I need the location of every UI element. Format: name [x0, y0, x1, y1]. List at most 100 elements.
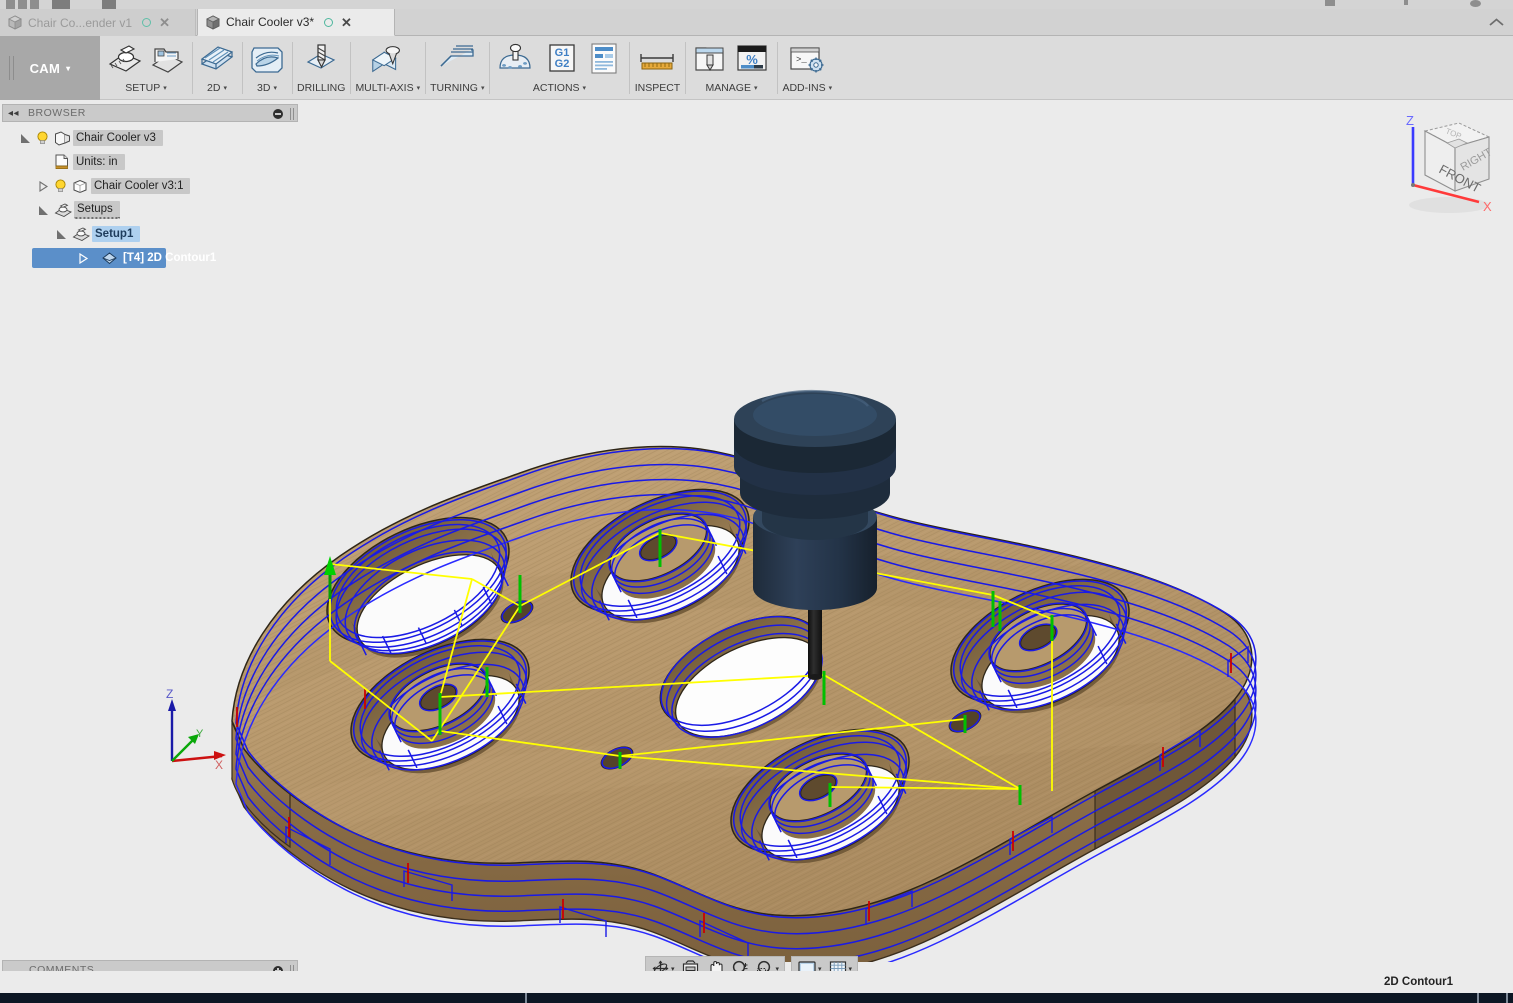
status-bar-text: 2D Contour1 [1384, 976, 1453, 988]
chevron-down-icon: ▾ [829, 84, 833, 92]
setup-folder-icon [52, 202, 74, 218]
ribbon-panel-3d: 3D ▾ [242, 36, 292, 100]
collapse-triangle-icon[interactable] [34, 181, 52, 192]
post-process-icon[interactable]: G1 G2 [542, 38, 582, 80]
browser-tree: Chair Cooler v3 Units: in [2, 128, 298, 272]
svg-text:G2: G2 [555, 58, 570, 70]
ribbon-panel-manage: % MANAGE ▾ [685, 36, 777, 100]
svg-text:%: % [747, 52, 759, 67]
expand-triangle-icon[interactable] [52, 229, 70, 240]
units-icon [51, 154, 73, 170]
ribbon-panel-turning: TURNING ▾ [425, 36, 489, 100]
tree-node-label: Setup1 [92, 226, 140, 242]
ribbon-panel-multi-axis: MULTI-AXIS ▾ [350, 36, 425, 100]
ribbon-panel-add-ins: >_ ADD-INS ▾ [777, 36, 837, 100]
collapse-triangle-icon[interactable] [74, 253, 92, 264]
ribbon-panel-inspect: INSPECT [629, 36, 685, 100]
tree-node-label: Setups [74, 201, 120, 219]
workspace-switcher-cam[interactable]: CAM ▾ [0, 36, 100, 100]
chevron-down-icon: ▾ [223, 84, 227, 92]
ribbon-panel-label-drilling[interactable]: DRILLING [297, 80, 345, 96]
axis-label-x: X [215, 758, 223, 772]
cube-icon [206, 15, 220, 30]
2d-contour-icon[interactable] [197, 38, 237, 80]
document-tab-label: Chair Co...ender v1 [28, 16, 132, 30]
ribbon-panel-actions: G1 G2 [489, 36, 629, 100]
axis-label-z: Z [166, 687, 173, 701]
tool-library-icon[interactable] [690, 38, 730, 80]
tree-node-label: Chair Cooler v3 [73, 130, 163, 146]
simulate-icon[interactable] [494, 38, 540, 80]
ribbon-panel-label-2d[interactable]: 2D ▾ [207, 80, 227, 96]
close-icon[interactable]: ✕ [159, 16, 170, 29]
document-tab-bar: Chair Co...ender v1 ✕ Chair Cooler v3* ✕ [0, 9, 1513, 36]
browser-header: ◂◂ BROWSER [2, 104, 298, 122]
ribbon-panel-label-actions[interactable]: ACTIONS ▾ [533, 80, 586, 96]
toolpath-icon [98, 251, 120, 266]
tree-node-label: Chair Cooler v3:1 [91, 178, 190, 194]
tree-node-setups[interactable]: Setups [2, 200, 298, 220]
new-setup-icon[interactable] [105, 38, 145, 80]
browser-panel: ◂◂ BROWSER [2, 104, 298, 122]
measure-ruler-icon[interactable] [634, 38, 680, 80]
ribbon-panel-label-multi-axis[interactable]: MULTI-AXIS ▾ [355, 80, 420, 96]
turning-icon[interactable] [437, 38, 477, 80]
expand-triangle-icon[interactable] [34, 205, 52, 216]
ribbon-panel-label-inspect[interactable]: INSPECT [635, 80, 681, 96]
view-cube-axis-x: X [1483, 199, 1492, 214]
expand-triangle-icon[interactable] [16, 133, 34, 144]
origin-triad: Z X Y [166, 687, 226, 772]
ribbon-panels: SETUP ▾ [100, 36, 837, 100]
double-left-arrow-icon[interactable]: ◂◂ [8, 108, 19, 119]
minimize-icon[interactable] [273, 109, 283, 119]
view-cube-axis-z: Z [1406, 113, 1414, 128]
3d-adaptive-icon[interactable] [247, 38, 287, 80]
document-tab-1[interactable]: Chair Cooler v3* ✕ [197, 9, 395, 36]
chevron-down-icon: ▾ [583, 84, 587, 92]
ribbon-panel-drilling: DRILLING [292, 36, 350, 100]
ribbon-panel-label-3d[interactable]: 3D ▾ [257, 80, 277, 96]
document-tab-0[interactable]: Chair Co...ender v1 ✕ [0, 9, 196, 36]
cube-icon [8, 15, 22, 30]
new-folder-icon[interactable] [147, 38, 187, 80]
chevron-up-icon[interactable] [1487, 13, 1505, 31]
drill-icon[interactable] [301, 38, 341, 80]
tree-node-2d-contour1[interactable]: [T4] 2D Contour1 [32, 248, 166, 268]
fusion360-cam-window: Chair Co...ender v1 ✕ Chair Cooler v3* ✕ [0, 0, 1513, 1003]
svg-text:>_: >_ [796, 55, 807, 65]
chevron-down-icon: ▾ [481, 84, 485, 92]
status-bar: 2D Contour1 [0, 971, 1513, 993]
ribbon-panel-label-turning[interactable]: TURNING ▾ [430, 80, 484, 96]
close-icon[interactable]: ✕ [341, 16, 352, 29]
tree-node-units[interactable]: Units: in [2, 152, 298, 172]
ribbon-panel-setup: SETUP ▾ [100, 36, 192, 100]
chevron-down-icon: ▾ [754, 84, 758, 92]
chevron-down-icon: ▾ [417, 84, 421, 92]
setup-sheet-icon[interactable] [584, 38, 624, 80]
ribbon-panel-label-setup[interactable]: SETUP ▾ [125, 80, 167, 96]
chevron-down-icon: ▾ [66, 64, 70, 73]
chevron-down-icon: ▾ [273, 84, 277, 92]
tree-node-label: Units: in [73, 154, 125, 170]
axis-label-y: Y [196, 728, 204, 740]
tree-node-chair-cooler-v3[interactable]: Chair Cooler v3 [2, 128, 298, 148]
sync-circle-icon[interactable] [142, 18, 151, 27]
ribbon-panel-label-manage[interactable]: MANAGE ▾ [705, 80, 757, 96]
tree-node-setup1[interactable]: Setup1 [2, 224, 298, 244]
view-cube[interactable]: FRONT RIGHT TOP Z X [1387, 105, 1505, 223]
browser-title: BROWSER [28, 107, 86, 119]
scripts-addins-icon[interactable]: >_ [784, 38, 830, 80]
machining-time-icon[interactable]: % [732, 38, 772, 80]
os-taskbar-strip [0, 993, 1513, 1003]
ribbon-panel-label-add-ins[interactable]: ADD-INS ▾ [782, 80, 832, 96]
multi-axis-icon[interactable] [368, 38, 408, 80]
sync-circle-icon[interactable] [324, 18, 333, 27]
component-icon [69, 179, 91, 194]
light-bulb-icon[interactable] [52, 179, 69, 193]
light-bulb-icon[interactable] [34, 131, 51, 145]
document-tab-label: Chair Cooler v3* [226, 15, 314, 29]
tree-node-chair-cooler-v3-1[interactable]: Chair Cooler v3:1 [2, 176, 298, 196]
ribbon-grip [9, 56, 14, 80]
ribbon-toolbar: CAM ▾ [0, 36, 1513, 100]
browser-resize-grip[interactable] [290, 108, 294, 120]
